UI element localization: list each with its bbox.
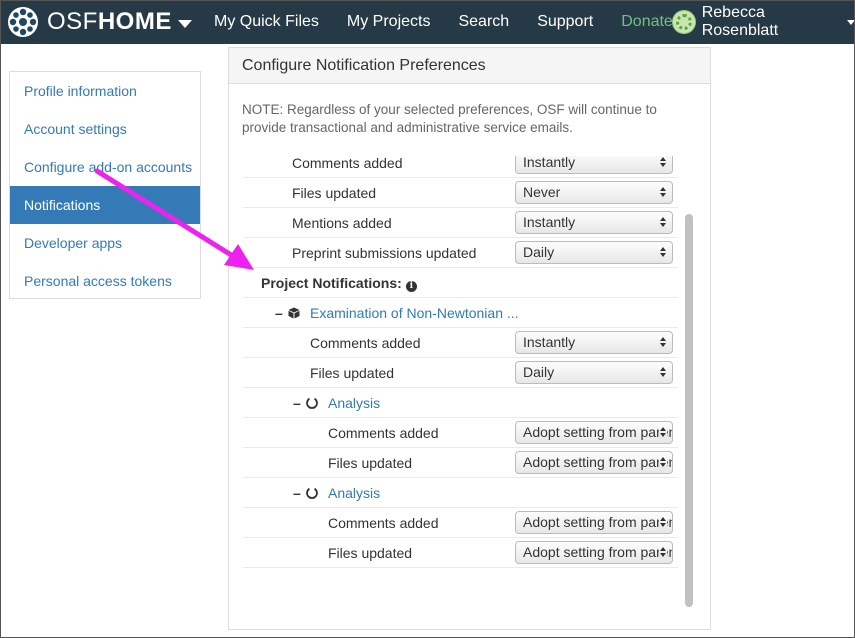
brand-home-text: HOME xyxy=(97,8,172,35)
frequency-select[interactable]: Never xyxy=(515,181,673,204)
project-notifications-heading: Project Notifications: i xyxy=(261,268,417,298)
project-node-row: – Examination of Non-Newtonian ... xyxy=(243,298,678,328)
frequency-select[interactable]: Daily xyxy=(515,241,673,264)
row-label: Preprint submissions updated xyxy=(292,245,477,261)
cube-icon xyxy=(288,307,300,319)
collapse-toggle[interactable]: – xyxy=(293,478,301,508)
select-arrows-icon xyxy=(659,456,667,469)
select-arrows-icon xyxy=(659,216,667,229)
avatar xyxy=(672,10,696,34)
info-icon[interactable]: i xyxy=(405,281,417,292)
sidebar-item-account-settings[interactable]: Account settings xyxy=(10,110,200,148)
user-name: Rebecca Rosenblatt xyxy=(701,4,779,39)
component-title-link[interactable]: Analysis xyxy=(328,388,380,418)
list-item: Files updated Adopt setting from parent … xyxy=(243,538,678,568)
component-title-link[interactable]: Analysis xyxy=(328,478,380,508)
row-label: Mentions added xyxy=(292,215,392,231)
list-item: Mentions added Instantly xyxy=(243,208,678,238)
brand-osf-text: OSF xyxy=(47,8,98,35)
frequency-select[interactable]: Adopt setting from parent project xyxy=(515,511,673,534)
list-item: Files updated Never xyxy=(243,178,678,208)
sidebar-item-personal-access-tokens[interactable]: Personal access tokens xyxy=(10,262,200,300)
row-label: Files updated xyxy=(292,185,377,201)
list-item: Preprint submissions updated Daily xyxy=(243,238,678,268)
list-item: Files updated Adopt setting from parent … xyxy=(243,448,678,478)
select-arrows-icon xyxy=(659,426,667,439)
nav-search[interactable]: Search xyxy=(444,13,523,31)
panel-note: NOTE: Regardless of your selected prefer… xyxy=(242,102,657,135)
frequency-select[interactable]: Adopt setting from parent project xyxy=(515,421,673,444)
circle-notch-icon xyxy=(306,397,318,409)
select-value: Instantly xyxy=(523,334,576,350)
select-arrows-icon xyxy=(659,186,667,199)
row-label: Comments added xyxy=(310,335,421,351)
nav-my-quick-files[interactable]: My Quick Files xyxy=(200,13,333,31)
caret-down-icon xyxy=(847,19,855,25)
project-notifications-heading-row: Project Notifications: i xyxy=(243,268,678,298)
list-item: Comments added Instantly xyxy=(243,328,678,358)
row-label: Files updated xyxy=(310,365,395,381)
sidebar-item-profile-information[interactable]: Profile information xyxy=(10,72,200,110)
select-value: Daily xyxy=(523,364,555,380)
scrollbar-thumb[interactable] xyxy=(685,214,693,607)
select-value: Instantly xyxy=(523,156,576,170)
sidebar-item-developer-apps[interactable]: Developer apps xyxy=(10,224,200,262)
component-node-row: – Analysis xyxy=(243,478,678,508)
collapse-toggle[interactable]: – xyxy=(275,298,283,328)
frequency-select[interactable]: Instantly xyxy=(515,331,673,354)
select-arrows-icon xyxy=(659,516,667,529)
list-item: Files updated Daily xyxy=(243,358,678,388)
notification-list[interactable]: Comments added Instantly Files updated N… xyxy=(243,156,678,616)
nav-my-projects[interactable]: My Projects xyxy=(333,13,445,31)
panel-title: Configure Notification Preferences xyxy=(229,48,710,84)
select-arrows-icon xyxy=(659,366,667,379)
brand-home-link[interactable]: OSF HOME xyxy=(0,0,192,44)
select-arrows-icon xyxy=(659,246,667,259)
settings-sidebar: Profile information Account settings Con… xyxy=(9,71,201,299)
select-arrows-icon xyxy=(659,156,667,169)
select-value: Instantly xyxy=(523,214,576,230)
user-menu[interactable]: Rebecca Rosenblatt xyxy=(672,0,855,44)
frequency-select[interactable]: Instantly xyxy=(515,211,673,234)
nav-links: My Quick Files My Projects Search Suppor… xyxy=(200,0,687,44)
row-label: Comments added xyxy=(292,156,403,171)
select-value: Never xyxy=(523,184,561,200)
sidebar-item-notifications[interactable]: Notifications xyxy=(10,186,200,224)
chevron-down-icon[interactable] xyxy=(177,19,192,28)
select-value: Adopt setting from parent project xyxy=(523,514,672,530)
component-node-row: – Analysis xyxy=(243,388,678,418)
row-label: Comments added xyxy=(328,425,439,441)
row-label: Files updated xyxy=(328,455,413,471)
collapse-toggle[interactable]: – xyxy=(293,388,301,418)
select-arrows-icon xyxy=(659,336,667,349)
circle-notch-icon xyxy=(306,487,318,499)
select-value: Adopt setting from parent project xyxy=(523,424,672,440)
select-value: Adopt setting from parent project xyxy=(523,544,672,560)
osf-logo-icon xyxy=(8,7,38,37)
sidebar-item-configure-addon-accounts[interactable]: Configure add-on accounts xyxy=(10,148,200,186)
select-value: Adopt setting from parent project xyxy=(523,454,672,470)
project-title-link[interactable]: Examination of Non-Newtonian ... xyxy=(310,298,519,328)
notification-preferences-panel: Configure Notification Preferences NOTE:… xyxy=(228,47,711,630)
frequency-select[interactable]: Adopt setting from parent project xyxy=(515,541,673,564)
list-item: Comments added Adopt setting from parent… xyxy=(243,418,678,448)
row-label: Files updated xyxy=(328,545,413,561)
frequency-select[interactable]: Daily xyxy=(515,361,673,384)
nav-support[interactable]: Support xyxy=(523,13,607,31)
frequency-select[interactable]: Adopt setting from parent project xyxy=(515,451,673,474)
navbar: OSF HOME My Quick Files My Projects Searc… xyxy=(0,0,855,44)
list-item: Comments added Adopt setting from parent… xyxy=(243,508,678,538)
frequency-select[interactable]: Instantly xyxy=(515,156,673,174)
list-item: Comments added Instantly xyxy=(243,156,678,178)
row-label: Comments added xyxy=(328,515,439,531)
select-arrows-icon xyxy=(659,546,667,559)
select-value: Daily xyxy=(523,244,555,260)
